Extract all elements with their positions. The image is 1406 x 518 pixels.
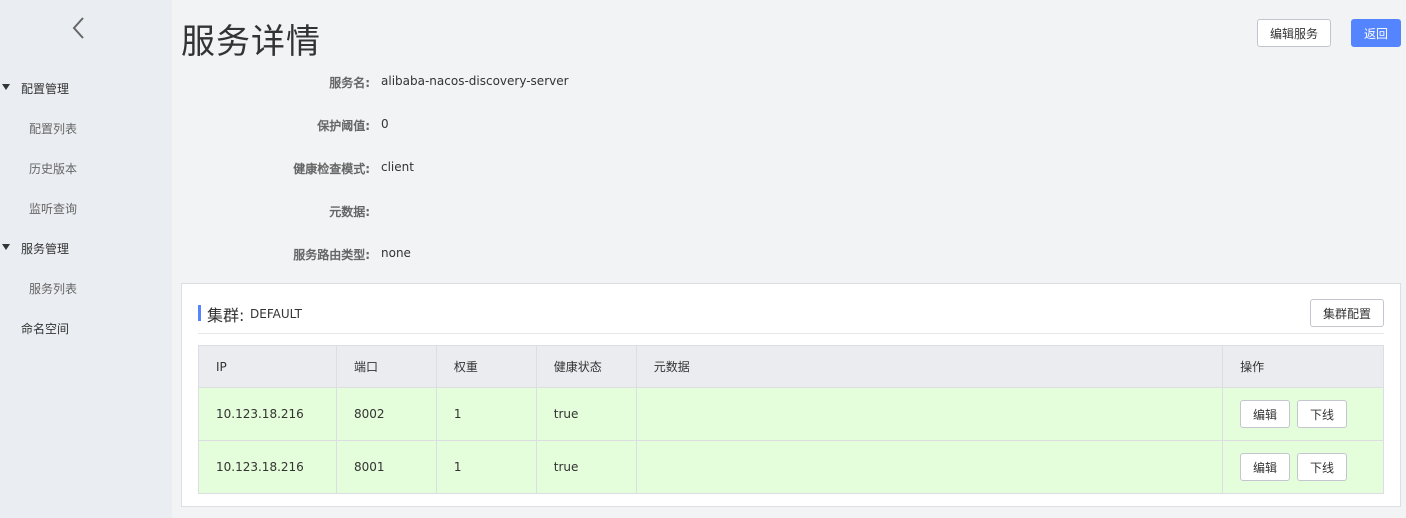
cluster-card: 集群: DEFAULT 集群配置 IP 端口 权重 健康状态 元数据 操作 10…: [181, 283, 1401, 507]
cell-health: true: [535, 387, 637, 441]
cluster-name: DEFAULT: [250, 307, 302, 321]
field-health-check-mode: 健康检查模式: client: [180, 157, 980, 177]
sidebar-item-label: 配置列表: [29, 121, 78, 136]
offline-instance-button[interactable]: 下线: [1297, 400, 1348, 428]
cell-port: 8002: [335, 387, 437, 441]
field-label: 元数据:: [329, 205, 370, 219]
cluster-title: 集群:: [207, 306, 245, 325]
table-row: 10.123.18.216 8001 1 true 编辑 下线: [198, 440, 1384, 494]
cell-metadata: [635, 440, 1224, 494]
field-service-name: 服务名: alibaba-nacos-discovery-server: [180, 71, 980, 91]
cell-weight: 1: [435, 387, 537, 441]
column-header-metadata: 元数据: [635, 345, 1224, 388]
cluster-header: 集群: DEFAULT: [198, 302, 1384, 334]
caret-down-icon: [2, 84, 10, 90]
cell-weight: 1: [435, 440, 537, 494]
field-value: alibaba-nacos-discovery-server: [381, 74, 569, 88]
sidebar-group-label: 服务管理: [21, 241, 70, 256]
cell-health: true: [535, 440, 637, 494]
sidebar-item-history[interactable]: 历史版本: [0, 148, 172, 188]
column-header-actions: 操作: [1222, 345, 1384, 388]
column-header-ip: IP: [198, 345, 337, 388]
field-value: none: [381, 246, 411, 260]
field-value: 0: [381, 117, 389, 131]
field-route-type: 服务路由类型: none: [180, 243, 980, 263]
sidebar-group-config-management[interactable]: 配置管理: [0, 68, 172, 108]
cell-metadata: [635, 387, 1224, 441]
cluster-config-button[interactable]: 集群配置: [1310, 299, 1384, 327]
sidebar-item-namespace[interactable]: 命名空间: [0, 308, 172, 348]
field-label: 服务名:: [329, 76, 370, 90]
cell-ip: 10.123.18.216: [198, 387, 337, 441]
sidebar-group-label: 配置管理: [21, 81, 70, 96]
back-button[interactable]: 返回: [1351, 19, 1401, 47]
edit-service-button[interactable]: 编辑服务: [1257, 19, 1331, 47]
cell-actions: 编辑 下线: [1222, 440, 1384, 494]
table-row: 10.123.18.216 8002 1 true 编辑 下线: [198, 387, 1384, 441]
field-label: 保护阈值:: [317, 119, 370, 133]
cell-port: 8001: [335, 440, 437, 494]
edit-instance-button[interactable]: 编辑: [1240, 453, 1291, 481]
sidebar-item-label: 历史版本: [29, 161, 78, 176]
column-header-weight: 权重: [435, 345, 537, 388]
sidebar-item-label: 命名空间: [21, 321, 70, 336]
cell-ip: 10.123.18.216: [198, 440, 337, 494]
field-metadata: 元数据:: [180, 200, 980, 220]
sidebar-item-listener-query[interactable]: 监听查询: [0, 188, 172, 228]
sidebar-item-service-list[interactable]: 服务列表: [0, 268, 172, 308]
sidebar-item-label: 监听查询: [29, 201, 78, 216]
sidebar: 配置管理 配置列表 历史版本 监听查询 服务管理 服务列表 命名空间: [0, 0, 172, 518]
sidebar-item-config-list[interactable]: 配置列表: [0, 108, 172, 148]
offline-instance-button[interactable]: 下线: [1297, 453, 1348, 481]
caret-down-icon: [2, 244, 10, 250]
field-label: 健康检查模式:: [293, 162, 370, 176]
column-header-health: 健康状态: [535, 345, 637, 388]
table-header-row: IP 端口 权重 健康状态 元数据 操作: [198, 345, 1384, 388]
cluster-accent-bar: [198, 305, 201, 321]
instance-table: IP 端口 权重 健康状态 元数据 操作 10.123.18.216 8002 …: [198, 345, 1384, 494]
cell-actions: 编辑 下线: [1222, 387, 1384, 441]
sidebar-item-label: 服务列表: [29, 281, 78, 296]
back-chevron-icon[interactable]: [68, 14, 90, 42]
page-title: 服务详情: [181, 22, 321, 62]
edit-instance-button[interactable]: 编辑: [1240, 400, 1291, 428]
field-label: 服务路由类型:: [293, 248, 370, 262]
column-header-port: 端口: [335, 345, 437, 388]
field-value: client: [381, 160, 414, 174]
field-protect-threshold: 保护阈值: 0: [180, 114, 980, 134]
sidebar-group-service-management[interactable]: 服务管理: [0, 228, 172, 268]
